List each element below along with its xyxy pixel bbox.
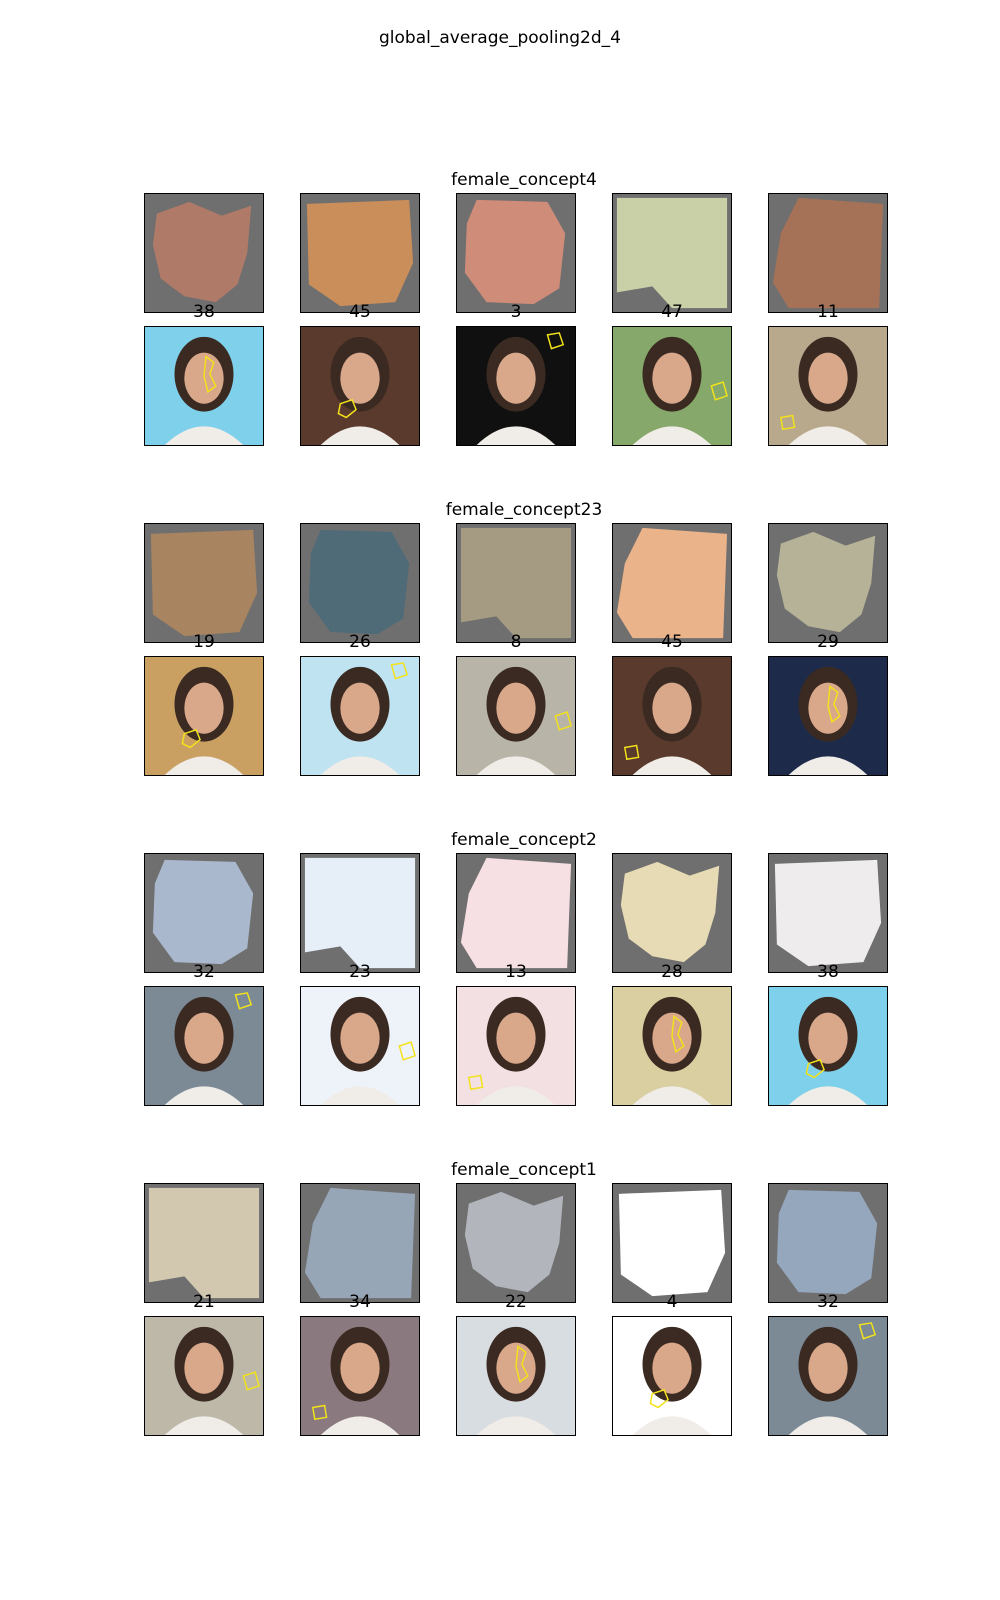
concept-patch bbox=[456, 523, 576, 643]
concept-patch bbox=[300, 853, 420, 973]
image-index-label: 45 bbox=[661, 632, 683, 652]
source-photo bbox=[612, 326, 732, 446]
image-index-label: 28 bbox=[661, 962, 683, 982]
image-index-label: 4 bbox=[666, 1292, 678, 1312]
image-index-label: 13 bbox=[505, 962, 527, 982]
figure-title: global_average_pooling2d_4 bbox=[379, 28, 621, 48]
concept-patch bbox=[768, 193, 888, 313]
image-index-label: 26 bbox=[349, 632, 371, 652]
concept-patch bbox=[768, 523, 888, 643]
image-index-label: 38 bbox=[817, 962, 839, 982]
source-photo bbox=[612, 986, 732, 1106]
concept-title: female_concept4 bbox=[451, 170, 597, 190]
concept-patch bbox=[300, 1183, 420, 1303]
source-photo bbox=[768, 1316, 888, 1436]
source-photo bbox=[144, 1316, 264, 1436]
source-photo bbox=[300, 656, 420, 776]
concept-patch bbox=[456, 853, 576, 973]
concept-patch bbox=[768, 853, 888, 973]
image-index-label: 45 bbox=[349, 302, 371, 322]
source-photo bbox=[768, 656, 888, 776]
concept-patch bbox=[144, 1183, 264, 1303]
concept-patch bbox=[300, 193, 420, 313]
source-photo bbox=[144, 326, 264, 446]
source-photo bbox=[612, 656, 732, 776]
concept-title: female_concept2 bbox=[451, 830, 597, 850]
image-index-label: 8 bbox=[510, 632, 522, 652]
image-index-label: 22 bbox=[505, 1292, 527, 1312]
concept-patch bbox=[144, 193, 264, 313]
concept-patch bbox=[612, 1183, 732, 1303]
concept-patch bbox=[300, 523, 420, 643]
source-photo bbox=[456, 1316, 576, 1436]
concept-title: female_concept1 bbox=[451, 1160, 597, 1180]
image-index-label: 29 bbox=[817, 632, 839, 652]
source-photo bbox=[456, 986, 576, 1106]
concept-patch bbox=[456, 193, 576, 313]
source-photo bbox=[456, 656, 576, 776]
image-index-label: 19 bbox=[193, 632, 215, 652]
concept-title: female_concept23 bbox=[445, 500, 603, 520]
image-index-label: 47 bbox=[661, 302, 683, 322]
concept-patch bbox=[612, 853, 732, 973]
source-photo bbox=[612, 1316, 732, 1436]
source-photo bbox=[144, 656, 264, 776]
image-index-label: 23 bbox=[349, 962, 371, 982]
source-photo bbox=[300, 986, 420, 1106]
source-photo bbox=[144, 986, 264, 1106]
concept-patch bbox=[144, 523, 264, 643]
image-index-label: 32 bbox=[817, 1292, 839, 1312]
image-index-label: 11 bbox=[817, 302, 839, 322]
concept-patch bbox=[612, 523, 732, 643]
source-photo bbox=[456, 326, 576, 446]
image-index-label: 34 bbox=[349, 1292, 371, 1312]
source-photo bbox=[300, 326, 420, 446]
concept-patch bbox=[456, 1183, 576, 1303]
source-photo bbox=[300, 1316, 420, 1436]
image-index-label: 38 bbox=[193, 302, 215, 322]
source-photo bbox=[768, 986, 888, 1106]
source-photo bbox=[768, 326, 888, 446]
image-index-label: 21 bbox=[193, 1292, 215, 1312]
concept-patch bbox=[144, 853, 264, 973]
concept-patch bbox=[768, 1183, 888, 1303]
image-index-label: 3 bbox=[510, 302, 522, 322]
image-index-label: 32 bbox=[193, 962, 215, 982]
concept-patch bbox=[612, 193, 732, 313]
